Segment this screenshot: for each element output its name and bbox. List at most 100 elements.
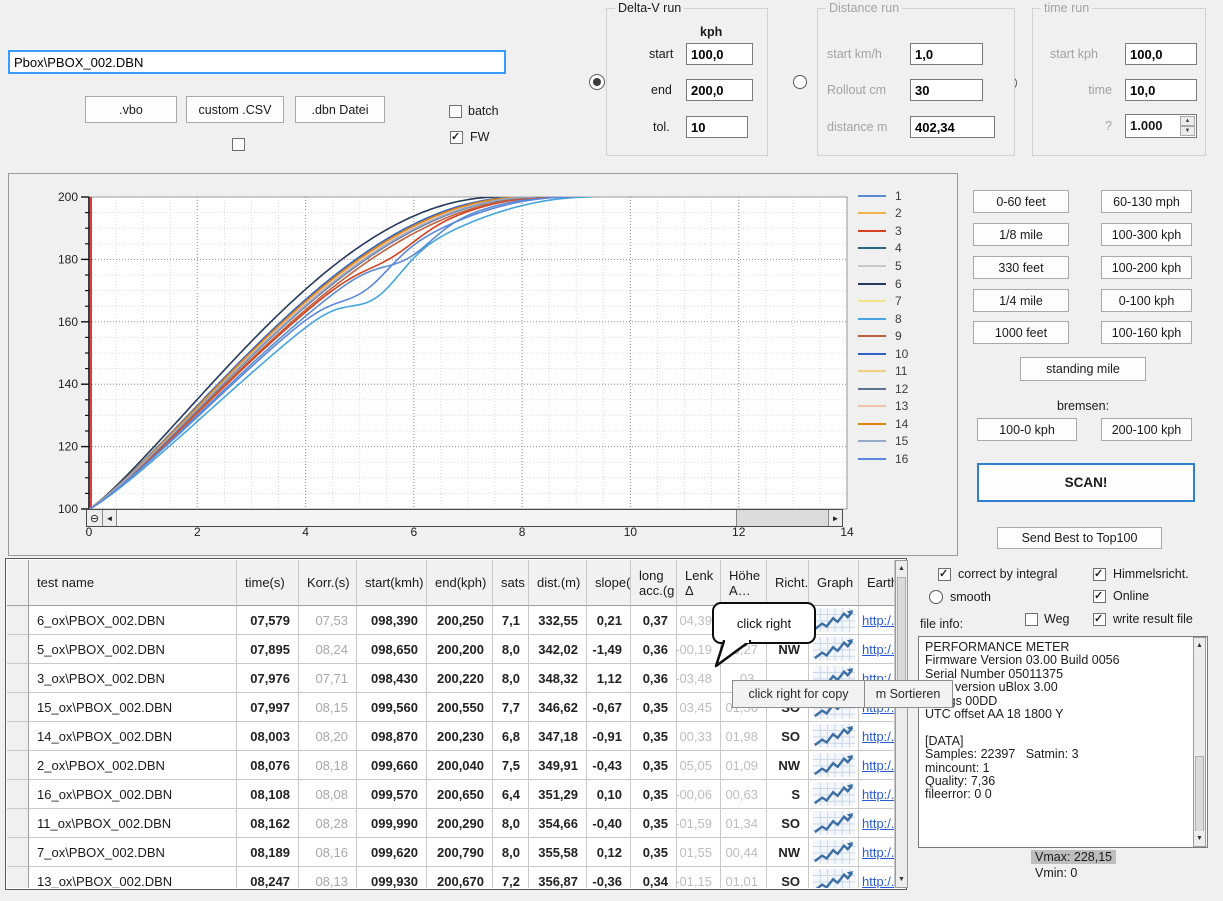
cell-start-kmh-[interactable]: 098,870 xyxy=(357,722,427,751)
cell-Lenk[interactable]: -01,15 xyxy=(677,867,721,888)
fileinfo-scroll-up-icon[interactable]: ▲ xyxy=(1194,638,1205,653)
cell-Richt-[interactable]: SO xyxy=(767,809,809,838)
dbn-datei-button[interactable]: .dbn Datei xyxy=(295,96,385,123)
cell-test-name[interactable]: 11_ox\PBOX_002.DBN xyxy=(29,809,237,838)
column-header-9[interactable]: longacc.(g xyxy=(631,560,677,606)
cell-Lenk[interactable]: 03,45 xyxy=(677,693,721,722)
csv-option-checkbox[interactable] xyxy=(232,138,245,151)
table-scroll-thumb[interactable] xyxy=(897,577,906,689)
chart-scroll-left-icon[interactable]: ◄ xyxy=(103,510,117,526)
fileinfo-scroll-down-icon[interactable]: ▼ xyxy=(1194,831,1205,846)
cell-H-he[interactable]: 01,98 xyxy=(721,722,767,751)
cell-Lenk[interactable]: -01,59 xyxy=(677,809,721,838)
cell-Korr-s-[interactable]: 08,20 xyxy=(299,722,357,751)
column-header-7[interactable]: dist.(m) xyxy=(529,560,587,606)
row-selector[interactable] xyxy=(7,693,29,722)
delta-v-end-input[interactable] xyxy=(686,79,753,101)
time-run-start-input[interactable] xyxy=(1125,43,1197,65)
cell-Richt-[interactable]: SO xyxy=(767,867,809,888)
row-selector[interactable] xyxy=(7,751,29,780)
speed-vs-time-chart[interactable]: 10012014016018020002468101214 xyxy=(9,174,957,555)
time-run-factor-spinner[interactable]: 1.000 ▲▼ xyxy=(1125,114,1197,138)
chart-hscrollbar[interactable]: ⊖ ◄ ► xyxy=(86,509,843,527)
cell-Korr-s-[interactable]: 07,53 xyxy=(299,606,357,635)
cell-dist-m-[interactable]: 332,55 xyxy=(529,606,587,635)
run-button-1000-feet[interactable]: 1000 feet xyxy=(973,321,1069,344)
fileinfo-vscrollbar[interactable]: ▲ ▼ xyxy=(1193,637,1206,847)
cell-test-name[interactable]: 15_ox\PBOX_002.DBN xyxy=(29,693,237,722)
cell-graph[interactable] xyxy=(809,751,859,780)
file-path-input[interactable] xyxy=(8,50,506,74)
cell-graph[interactable] xyxy=(809,722,859,751)
cell-sats[interactable]: 7,7 xyxy=(493,693,529,722)
cell-start-kmh-[interactable]: 098,650 xyxy=(357,635,427,664)
cell-dist-m-[interactable]: 355,58 xyxy=(529,838,587,867)
cell-dist-m-[interactable]: 351,29 xyxy=(529,780,587,809)
smooth-radio[interactable] xyxy=(929,590,943,604)
earth-link[interactable]: http:/.. xyxy=(862,874,895,889)
cell-graph[interactable] xyxy=(809,867,859,888)
run-button-330-feet[interactable]: 330 feet xyxy=(973,256,1069,279)
delta-v-start-input[interactable] xyxy=(686,43,753,65)
chart-scroll-thumb[interactable] xyxy=(117,510,737,526)
row-selector[interactable] xyxy=(7,664,29,693)
distance-mode-radio[interactable] xyxy=(793,75,807,89)
cell-H-he[interactable]: 00,44 xyxy=(721,838,767,867)
cell-end-kph-[interactable]: 200,670 xyxy=(427,867,493,888)
cell-long[interactable]: 0,35 xyxy=(631,780,677,809)
cell-slope-[interactable]: 0,10 xyxy=(587,780,631,809)
column-header-5[interactable]: end(kph) xyxy=(427,560,493,606)
chart-scroll-right-icon[interactable]: ► xyxy=(828,510,842,526)
online-checkbox[interactable] xyxy=(1093,590,1106,603)
cell-test-name[interactable]: 7_ox\PBOX_002.DBN xyxy=(29,838,237,867)
earth-link[interactable]: http:/.. xyxy=(862,613,895,628)
cell-Korr-s-[interactable]: 08,13 xyxy=(299,867,357,888)
cell-long[interactable]: 0,34 xyxy=(631,867,677,888)
weg-checkbox[interactable] xyxy=(1025,613,1038,626)
send-best-button[interactable]: Send Best to Top100 xyxy=(997,527,1162,549)
cell-slope-[interactable]: 0,21 xyxy=(587,606,631,635)
cell-earth-link[interactable]: http:/.. xyxy=(859,635,895,664)
earth-link[interactable]: http:/.. xyxy=(862,758,895,773)
cell-slope-[interactable]: -0,36 xyxy=(587,867,631,888)
cell-start-kmh-[interactable]: 099,570 xyxy=(357,780,427,809)
cell-H-he[interactable]: 01,34 xyxy=(721,809,767,838)
cell-sats[interactable]: 8,0 xyxy=(493,664,529,693)
cell-long[interactable]: 0,36 xyxy=(631,664,677,693)
cell-slope-[interactable]: -0,40 xyxy=(587,809,631,838)
cell-end-kph-[interactable]: 200,200 xyxy=(427,635,493,664)
earth-link[interactable]: http:/.. xyxy=(862,729,895,744)
earth-link[interactable]: http:/.. xyxy=(862,845,895,860)
cell-time-s-[interactable]: 07,579 xyxy=(237,606,299,635)
row-selector[interactable] xyxy=(7,867,29,888)
cell-long[interactable]: 0,35 xyxy=(631,838,677,867)
cell-long[interactable]: 0,35 xyxy=(631,809,677,838)
earth-link[interactable]: http:/.. xyxy=(862,642,895,657)
cell-earth-link[interactable]: http:/.. xyxy=(859,838,895,867)
cell-dist-m-[interactable]: 342,02 xyxy=(529,635,587,664)
table-scroll-down-icon[interactable]: ▼ xyxy=(896,872,907,887)
graph-icon[interactable] xyxy=(813,811,855,835)
graph-icon[interactable] xyxy=(813,637,855,661)
cell-start-kmh-[interactable]: 099,560 xyxy=(357,693,427,722)
cell-time-s-[interactable]: 08,162 xyxy=(237,809,299,838)
column-header-11[interactable]: HöheA… xyxy=(721,560,767,606)
cell-slope-[interactable]: 1,12 xyxy=(587,664,631,693)
cell-start-kmh-[interactable]: 099,620 xyxy=(357,838,427,867)
cell-Korr-s-[interactable]: 08,18 xyxy=(299,751,357,780)
delta-v-mode-radio[interactable] xyxy=(589,74,605,90)
table-vscrollbar[interactable]: ▲ ▼ xyxy=(895,560,908,888)
cell-earth-link[interactable]: http:/.. xyxy=(859,867,895,888)
column-header-1[interactable]: test name xyxy=(29,560,237,606)
batch-checkbox[interactable] xyxy=(449,105,462,118)
run-button-60-130-mph[interactable]: 60-130 mph xyxy=(1101,190,1192,213)
cell-earth-link[interactable]: http:/.. xyxy=(859,722,895,751)
cell-graph[interactable] xyxy=(809,606,859,635)
rollout-input[interactable] xyxy=(910,79,983,101)
cell-end-kph-[interactable]: 200,040 xyxy=(427,751,493,780)
cell-sats[interactable]: 8,0 xyxy=(493,838,529,867)
chart-zoom-out-icon[interactable]: ⊖ xyxy=(87,510,103,526)
cell-Lenk[interactable]: 01,55 xyxy=(677,838,721,867)
cell-graph[interactable] xyxy=(809,838,859,867)
cell-sats[interactable]: 7,5 xyxy=(493,751,529,780)
